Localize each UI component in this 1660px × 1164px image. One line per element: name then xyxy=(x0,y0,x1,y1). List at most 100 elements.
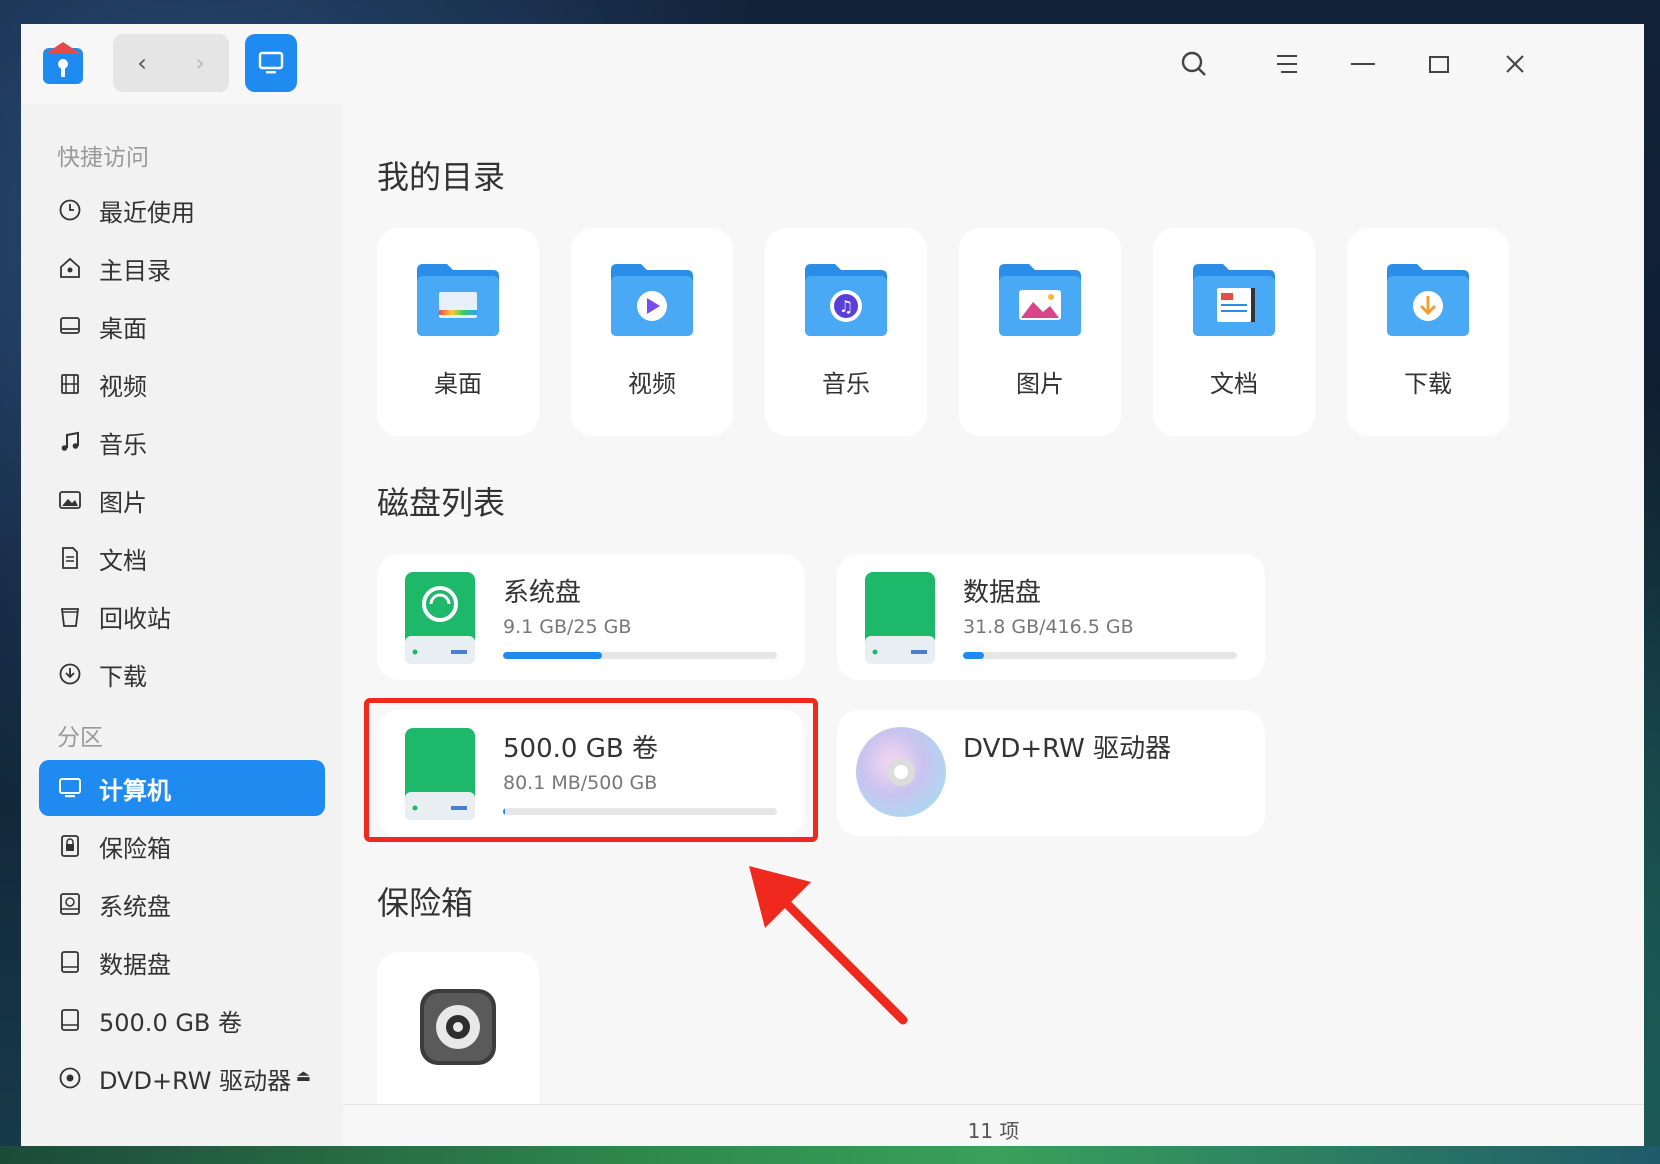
sidebar-item-music[interactable]: 音乐 xyxy=(39,414,325,470)
computer-view-icon[interactable] xyxy=(245,34,297,92)
folder-card-music[interactable]: ♫ 音乐 xyxy=(765,228,927,436)
picture-icon xyxy=(57,487,83,513)
folder-card-documents[interactable]: 文档 xyxy=(1153,228,1315,436)
forward-icon[interactable]: › xyxy=(171,34,229,92)
sidebar-item-label: 下载 xyxy=(99,662,147,691)
title-bar: ‹ › xyxy=(21,24,1644,104)
sidebar-item-trash[interactable]: 回收站 xyxy=(39,588,325,644)
picture-folder-icon xyxy=(999,264,1081,336)
sidebar-item-500gb-volume[interactable]: 500.0 GB 卷 xyxy=(39,992,325,1048)
sidebar-item-data-disk[interactable]: 数据盘 xyxy=(39,934,325,990)
disk-usage-fill xyxy=(963,652,984,659)
sidebar-item-label: 图片 xyxy=(99,488,147,517)
sidebar-item-label: DVD+RW 驱动器 xyxy=(99,1066,292,1095)
clock-icon xyxy=(57,197,83,223)
disk-card-data[interactable]: 数据盘 31.8 GB/416.5 GB xyxy=(837,554,1265,680)
sidebar-item-documents[interactable]: 文档 xyxy=(39,530,325,586)
navigation-group: ‹ › xyxy=(113,34,229,92)
desktop-folder-icon xyxy=(417,264,499,336)
folder-card-desktop[interactable]: 桌面 xyxy=(377,228,539,436)
sidebar-item-desktop[interactable]: 桌面 xyxy=(39,298,325,354)
folder-card-video[interactable]: 视频 xyxy=(571,228,733,436)
disk-size: 31.8 GB/416.5 GB xyxy=(963,616,1134,638)
sidebar-item-label: 视频 xyxy=(99,372,147,401)
safe-icon xyxy=(57,833,83,859)
sidebar-item-computer[interactable]: 计算机 xyxy=(39,760,325,816)
maximize-icon[interactable] xyxy=(1421,46,1457,82)
highlight-box xyxy=(364,698,818,842)
sidebar-item-recent[interactable]: 最近使用 xyxy=(39,182,325,238)
menu-icon[interactable] xyxy=(1269,46,1305,82)
sidebar-item-video[interactable]: 视频 xyxy=(39,356,325,412)
desktop-icon xyxy=(57,313,83,339)
home-icon xyxy=(57,255,83,281)
disk-size: 9.1 GB/25 GB xyxy=(503,616,632,638)
music-icon xyxy=(57,429,83,455)
folder-label: 视频 xyxy=(628,370,676,398)
folder-label: 桌面 xyxy=(434,370,482,398)
download-folder-icon xyxy=(1387,264,1469,336)
optical-disc-icon xyxy=(57,1065,83,1091)
download-icon xyxy=(57,661,83,687)
sidebar-item-downloads[interactable]: 下载 xyxy=(39,646,325,702)
disk-card-dvd-drive[interactable]: DVD+RW 驱动器 xyxy=(837,710,1265,836)
arrow-annotation xyxy=(749,866,908,1025)
sidebar-item-label: 回收站 xyxy=(99,604,171,633)
sidebar-item-safe[interactable]: 保险箱 xyxy=(39,818,325,874)
disk-usage-bar xyxy=(963,652,1237,659)
disk-card-system[interactable]: 系统盘 9.1 GB/25 GB xyxy=(377,554,805,680)
data-disk-icon xyxy=(865,572,935,664)
folder-card-downloads[interactable]: 下载 xyxy=(1347,228,1509,436)
folder-label: 图片 xyxy=(1016,370,1064,398)
folder-label: 文档 xyxy=(1210,370,1258,398)
disk-name: DVD+RW 驱动器 xyxy=(963,734,1172,764)
desktop-background-strip xyxy=(0,1146,1660,1164)
status-bar: 11 项 xyxy=(343,1104,1644,1148)
sidebar: 快捷访问 最近使用 主目录 桌面 视频 音乐 图片 文档 回收站 下载 分区 计… xyxy=(21,104,343,1148)
video-folder-icon xyxy=(611,264,693,336)
sidebar-item-label: 数据盘 xyxy=(99,950,171,979)
disk-icon xyxy=(57,949,83,975)
music-folder-icon: ♫ xyxy=(805,264,887,336)
app-logo-icon[interactable] xyxy=(41,40,85,86)
folder-label: 音乐 xyxy=(822,370,870,398)
svg-text:♫: ♫ xyxy=(839,297,853,316)
sidebar-item-label: 系统盘 xyxy=(99,892,171,921)
sidebar-item-label: 最近使用 xyxy=(99,198,195,227)
computer-icon xyxy=(57,775,83,801)
sidebar-item-label: 音乐 xyxy=(99,430,147,459)
disk-usage-bar xyxy=(503,652,777,659)
safe-icon xyxy=(420,989,496,1065)
disk-icon xyxy=(57,1007,83,1033)
my-directories-title: 我的目录 xyxy=(377,158,506,196)
system-disk-icon xyxy=(57,891,83,917)
back-icon[interactable]: ‹ xyxy=(113,34,171,92)
system-disk-icon xyxy=(405,572,475,664)
file-manager-window: ‹ › 快捷访问 最近使用 主目录 桌面 视频 音乐 图片 文档 回收站 下载 … xyxy=(21,24,1644,1148)
eject-icon[interactable]: ⏏ xyxy=(296,1066,311,1085)
document-icon xyxy=(57,545,83,571)
sidebar-item-system-disk[interactable]: 系统盘 xyxy=(39,876,325,932)
sidebar-item-label: 主目录 xyxy=(99,256,171,285)
sidebar-item-label: 桌面 xyxy=(99,314,147,343)
search-icon[interactable] xyxy=(1176,46,1212,82)
quick-access-heading: 快捷访问 xyxy=(57,145,149,171)
sidebar-item-label: 文档 xyxy=(99,546,147,575)
partition-heading: 分区 xyxy=(57,725,103,751)
item-count: 11 项 xyxy=(967,1119,1020,1143)
sidebar-item-pictures[interactable]: 图片 xyxy=(39,472,325,528)
minimize-icon[interactable] xyxy=(1345,46,1381,82)
document-folder-icon xyxy=(1193,264,1275,336)
disk-usage-fill xyxy=(503,652,602,659)
sidebar-item-dvd-drive[interactable]: DVD+RW 驱动器 ⏏ xyxy=(39,1050,325,1106)
folder-label: 下载 xyxy=(1404,370,1452,398)
sidebar-item-label: 500.0 GB 卷 xyxy=(99,1008,243,1037)
disk-list-title: 磁盘列表 xyxy=(377,484,506,522)
close-icon[interactable] xyxy=(1497,46,1533,82)
folder-card-pictures[interactable]: 图片 xyxy=(959,228,1121,436)
disk-name: 数据盘 xyxy=(963,578,1042,608)
sidebar-item-home[interactable]: 主目录 xyxy=(39,240,325,296)
disk-name: 系统盘 xyxy=(503,578,582,608)
optical-disc-icon xyxy=(856,727,946,817)
video-icon xyxy=(57,371,83,397)
